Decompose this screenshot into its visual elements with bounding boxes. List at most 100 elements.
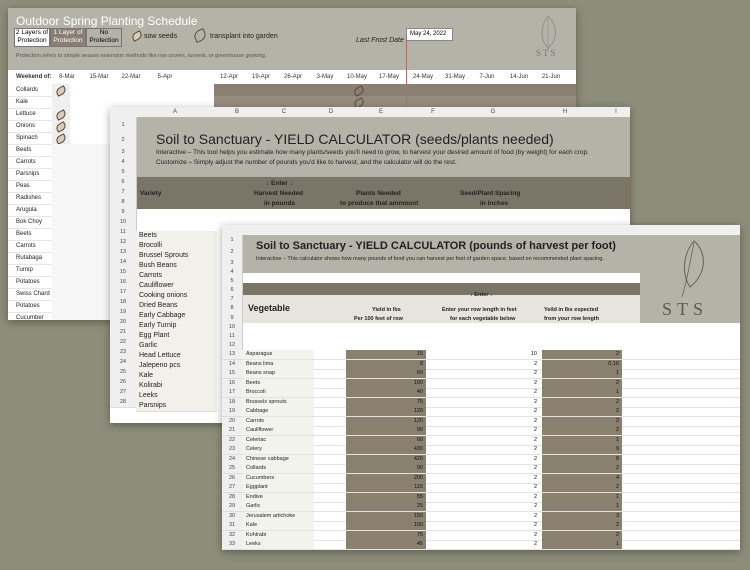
table-row[interactable]: Cucumbers 200 2 4 xyxy=(242,473,740,484)
row-length-input[interactable]: 2 xyxy=(430,540,540,549)
vegetable-cell[interactable]: Broccoli xyxy=(246,388,266,397)
yield-cell[interactable]: 90 xyxy=(346,464,426,473)
yield-cell[interactable]: 150 xyxy=(346,511,426,521)
expected-yield-cell[interactable]: 1 xyxy=(542,369,622,378)
expected-yield-cell[interactable]: 8 xyxy=(542,454,622,464)
expected-yield-cell[interactable]: 2 xyxy=(542,397,622,407)
table-row[interactable]: Carrots 120 2 2 xyxy=(242,416,740,427)
yield-cell[interactable]: 60 xyxy=(346,369,426,378)
vegetable-cell[interactable]: Collards xyxy=(246,464,266,473)
row-length-input[interactable]: 2 xyxy=(430,521,540,530)
row-length-input[interactable]: 2 xyxy=(430,483,540,492)
row-number[interactable]: 30 xyxy=(222,511,243,522)
vegetable-cell[interactable]: Kohlrabi xyxy=(246,531,266,540)
table-row[interactable]: Beans snap 60 2 1 xyxy=(242,369,740,379)
row-length-input[interactable]: 2 xyxy=(430,369,540,378)
row-number[interactable]: 15 xyxy=(222,369,243,379)
yield-cell[interactable]: 55 xyxy=(346,492,426,502)
table-row[interactable]: Collards 90 2 2 xyxy=(242,464,740,474)
table-row[interactable]: Cabbage 120 2 2 xyxy=(242,407,740,417)
vegetable-cell[interactable]: Jerusalem artichoke xyxy=(246,512,295,521)
row-number[interactable]: 24 xyxy=(222,454,243,465)
yield-cell[interactable]: 60 xyxy=(346,435,426,445)
vegetable-cell[interactable]: Endive xyxy=(246,493,263,502)
row-number[interactable]: 32 xyxy=(222,530,243,541)
yield-cell[interactable]: 120 xyxy=(346,407,426,416)
expected-yield-cell[interactable]: 0.16 xyxy=(542,359,622,369)
vegetable-cell[interactable]: Eggplant xyxy=(246,483,268,492)
row-length-input[interactable]: 2 xyxy=(430,426,540,435)
row-length-input[interactable]: 2 xyxy=(430,407,540,416)
yield-cell[interactable]: 40 xyxy=(346,388,426,397)
vegetable-cell[interactable]: Beans lima xyxy=(246,360,273,369)
yield-cell[interactable]: 100 xyxy=(346,378,426,388)
yield-cell[interactable]: 75 xyxy=(346,397,426,407)
row-number[interactable]: 26 xyxy=(222,473,243,484)
table-row[interactable]: Celery 430 2 9 xyxy=(242,445,740,455)
row-number[interactable]: 31 xyxy=(222,521,243,531)
vegetable-cell[interactable]: Beans snap xyxy=(246,369,275,378)
yield-cell[interactable]: 15 xyxy=(346,350,426,359)
expected-yield-cell[interactable]: 3 xyxy=(542,511,622,521)
expected-yield-cell[interactable]: 2 xyxy=(542,530,622,540)
expected-yield-cell[interactable]: 2 xyxy=(542,407,622,416)
vegetable-cell[interactable]: Kale xyxy=(246,521,257,530)
row-number[interactable]: 16 xyxy=(222,378,243,389)
row-number[interactable]: 19 xyxy=(222,407,243,417)
table-row[interactable]: Leeks 45 2 1 xyxy=(242,540,740,550)
row-number[interactable]: 14 xyxy=(222,359,243,370)
row-length-input[interactable]: 2 xyxy=(430,360,540,369)
row-length-input[interactable]: 2 xyxy=(430,502,540,511)
table-row[interactable]: Asparagus 15 10 2 xyxy=(242,350,740,360)
row-length-input[interactable]: 2 xyxy=(430,436,540,445)
row-number[interactable]: 18 xyxy=(222,397,243,408)
row-number[interactable]: 28 xyxy=(222,492,243,503)
yield-cell[interactable]: 200 xyxy=(346,473,426,483)
yield-cell[interactable]: 8 xyxy=(346,359,426,369)
expected-yield-cell[interactable]: 2 xyxy=(542,464,622,473)
expected-yield-cell[interactable]: 1 xyxy=(542,502,622,511)
row-number[interactable]: 22 xyxy=(222,435,243,446)
vegetable-cell[interactable]: Chinese cabbage xyxy=(246,455,289,464)
yield-cell[interactable]: 115 xyxy=(346,483,426,492)
row-number[interactable]: 2 xyxy=(222,245,243,260)
expected-yield-cell[interactable]: 1 xyxy=(542,388,622,397)
yield-cell[interactable]: 420 xyxy=(346,454,426,464)
foot-calculator-sheet[interactable]: Soil to Sanctuary - YIELD CALCULATOR (po… xyxy=(222,225,740,550)
table-row[interactable]: Garlic 25 2 1 xyxy=(242,502,740,512)
expected-yield-cell[interactable]: 1 xyxy=(542,435,622,445)
vegetable-cell[interactable]: Garlic xyxy=(246,502,260,511)
row-number[interactable]: 27 xyxy=(222,483,243,493)
table-row[interactable]: Kale 100 2 2 xyxy=(242,521,740,531)
row-length-input[interactable]: 2 xyxy=(430,474,540,483)
row-number[interactable]: 20 xyxy=(222,416,243,427)
vegetable-cell[interactable]: Celery xyxy=(246,445,262,454)
expected-yield-cell[interactable]: 2 xyxy=(542,416,622,426)
row-length-input[interactable]: 2 xyxy=(430,445,540,454)
vegetable-cell[interactable]: Cauliflower xyxy=(246,426,273,435)
row-length-input[interactable]: 2 xyxy=(430,417,540,426)
table-row[interactable]: Eggplant 115 2 2 xyxy=(242,483,740,493)
expected-yield-cell[interactable]: 9 xyxy=(542,445,622,454)
vegetable-cell[interactable]: Cabbage xyxy=(246,407,268,416)
table-row[interactable]: Beets 100 2 2 xyxy=(242,378,740,389)
yield-cell[interactable]: 120 xyxy=(346,416,426,426)
row-number[interactable]: 1 xyxy=(110,117,137,134)
vegetable-cell[interactable]: Leeks xyxy=(246,540,261,549)
vegetable-cell[interactable]: Cucumbers xyxy=(246,474,274,483)
yield-cell[interactable]: 430 xyxy=(346,445,426,454)
table-row[interactable]: Jerusalem artichoke 150 2 3 xyxy=(242,511,740,522)
table-row[interactable]: Cauliflower 90 2 2 xyxy=(242,426,740,436)
expected-yield-cell[interactable]: 1 xyxy=(542,540,622,549)
row-number[interactable]: 17 xyxy=(222,388,243,398)
row-number[interactable]: 25 xyxy=(222,464,243,474)
vegetable-cell[interactable]: Asparagus xyxy=(246,350,272,359)
row-length-input[interactable]: 2 xyxy=(430,531,540,540)
expected-yield-cell[interactable]: 2 xyxy=(542,426,622,435)
row-length-input[interactable]: 2 xyxy=(430,398,540,407)
yield-cell[interactable]: 25 xyxy=(346,502,426,511)
table-row[interactable]: Celeriac 60 2 1 xyxy=(242,435,740,446)
row-number[interactable]: 2 xyxy=(110,133,137,148)
row-number[interactable]: 23 xyxy=(222,445,243,455)
row-number[interactable]: 21 xyxy=(222,426,243,436)
